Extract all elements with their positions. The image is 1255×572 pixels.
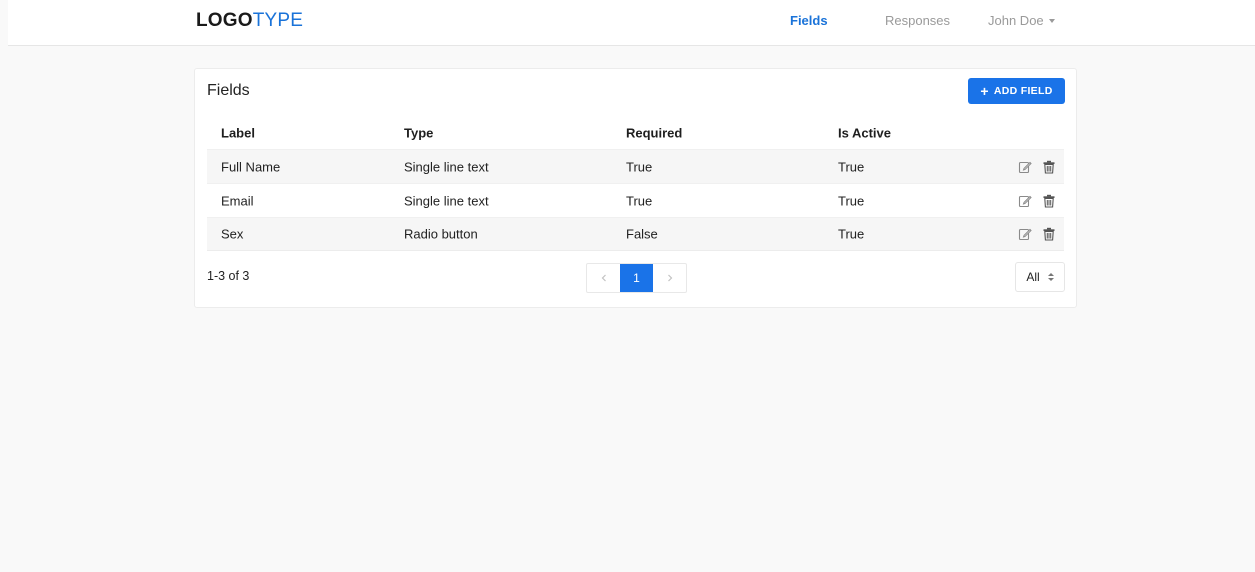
logo-bold-text: LOGO — [196, 10, 253, 31]
prev-page-button[interactable] — [587, 264, 620, 292]
row-label: Full Name — [221, 159, 281, 174]
trash-icon[interactable] — [1042, 194, 1056, 208]
row-type: Single line text — [404, 159, 489, 174]
rows-per-page-value: All — [1026, 270, 1040, 284]
edit-icon[interactable] — [1018, 227, 1032, 241]
chevron-left-icon — [601, 274, 606, 282]
top-navbar: LOGOTYPE Fields Responses John Doe — [8, 0, 1255, 46]
row-range-text: 1-3 of 3 — [207, 269, 250, 283]
fields-card: Fields + ADD FIELD Label Type Required I… — [194, 68, 1077, 308]
next-page-button[interactable] — [653, 264, 686, 292]
table-row: Sex Radio button False True — [207, 217, 1064, 251]
page-button-current[interactable]: 1 — [620, 264, 653, 292]
row-required: True — [626, 193, 653, 208]
table-row: Full Name Single line text True True — [207, 149, 1064, 183]
plus-icon: + — [980, 83, 989, 99]
row-active: True — [838, 226, 865, 242]
chevron-down-icon — [1048, 19, 1055, 23]
rows-per-page-select[interactable]: All — [1015, 262, 1065, 292]
trash-icon[interactable] — [1042, 227, 1056, 241]
column-header-required[interactable]: Required — [626, 125, 682, 140]
row-label: Sex — [221, 226, 244, 242]
user-menu[interactable]: John Doe — [988, 13, 1055, 29]
add-field-label: ADD FIELD — [993, 85, 1053, 97]
pagination: 1 — [586, 263, 687, 293]
row-actions — [1018, 194, 1056, 208]
select-arrows-icon — [1047, 273, 1054, 281]
table-header: Label Type Required Is Active — [207, 116, 1064, 149]
add-field-button[interactable]: + ADD FIELD — [968, 78, 1065, 104]
nav-fields[interactable]: Fields — [790, 13, 828, 29]
row-required: False — [626, 226, 658, 242]
row-active: True — [838, 193, 865, 208]
table-footer: 1-3 of 3 1 All — [207, 261, 1065, 293]
row-required: True — [626, 159, 653, 174]
row-active: True — [838, 159, 865, 174]
row-type: Single line text — [404, 193, 489, 208]
logo-light-text: TYPE — [252, 10, 304, 31]
row-label: Email — [221, 193, 254, 208]
column-header-is-active[interactable]: Is Active — [838, 125, 891, 140]
column-header-label[interactable]: Label — [221, 125, 255, 140]
table-row: Email Single line text True True — [207, 183, 1064, 217]
logo[interactable]: LOGOTYPE — [196, 10, 303, 32]
chevron-right-icon — [667, 274, 672, 282]
row-actions — [1018, 227, 1056, 241]
user-name: John Doe — [988, 13, 1044, 28]
edit-icon[interactable] — [1018, 194, 1032, 208]
trash-icon[interactable] — [1042, 160, 1056, 174]
row-type: Radio button — [404, 226, 478, 242]
row-actions — [1018, 160, 1056, 174]
fields-table: Label Type Required Is Active Full Name … — [207, 116, 1064, 251]
column-header-type[interactable]: Type — [404, 125, 433, 140]
edit-icon[interactable] — [1018, 160, 1032, 174]
nav-responses[interactable]: Responses — [885, 13, 950, 29]
card-title: Fields — [207, 82, 250, 99]
